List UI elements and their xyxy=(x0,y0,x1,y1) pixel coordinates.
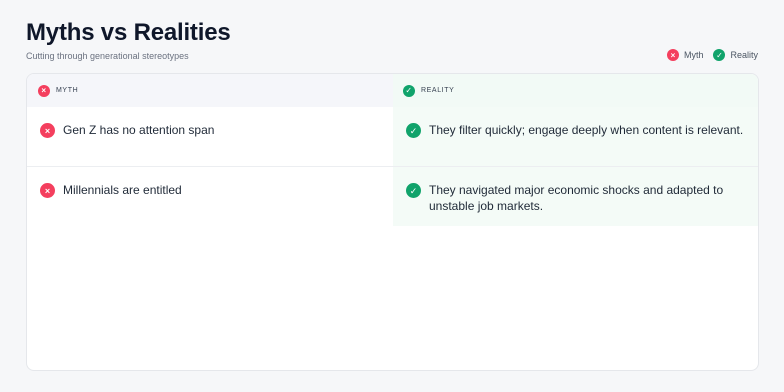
legend-item-reality: ✓ Reality xyxy=(713,49,758,61)
comparison-card: × MYTH ✓ REALITY × Gen Z has no attentio… xyxy=(26,73,759,371)
x-circle-icon: × xyxy=(40,183,55,198)
page-header: Myths vs Realities Cutting through gener… xyxy=(26,18,758,66)
legend-reality-label: Reality xyxy=(730,50,758,60)
column-header-myth: × MYTH xyxy=(27,74,393,107)
myth-text: Gen Z has no attention span xyxy=(63,123,215,137)
check-circle-icon: ✓ xyxy=(406,183,421,198)
myth-text: Millennials are entitled xyxy=(63,183,182,197)
myth-cell: × Millennials are entitled xyxy=(27,167,393,226)
x-circle-icon: × xyxy=(38,84,50,97)
table-row: × Millennials are entitled ✓ They naviga… xyxy=(27,167,758,226)
column-header-reality: ✓ REALITY xyxy=(393,74,758,107)
reality-text: They navigated major economic shocks and… xyxy=(429,183,724,213)
check-circle-icon: ✓ xyxy=(406,123,421,138)
table-row: × Gen Z has no attention span ✓ They fil… xyxy=(27,107,758,167)
reality-cell: ✓ They filter quickly; engage deeply whe… xyxy=(393,107,758,166)
reality-cell: ✓ They navigated major economic shocks a… xyxy=(393,167,758,226)
legend-myth-label: Myth xyxy=(683,50,704,60)
legend-item-myth: × Myth xyxy=(666,49,704,61)
legend: × Myth ✓ Reality xyxy=(666,49,758,61)
reality-text: They filter quickly; engage deeply when … xyxy=(429,123,744,137)
column-header-myth-label: MYTH xyxy=(56,87,79,94)
myth-cell: × Gen Z has no attention span xyxy=(27,107,393,166)
check-circle-icon: ✓ xyxy=(713,49,726,61)
page-subtitle: Cutting through generational stereotypes xyxy=(26,51,189,61)
page-title: Myths vs Realities xyxy=(26,19,231,46)
column-header-reality-label: REALITY xyxy=(421,87,455,94)
check-circle-icon: ✓ xyxy=(403,84,415,97)
x-circle-icon: × xyxy=(666,49,679,61)
x-circle-icon: × xyxy=(40,123,55,138)
